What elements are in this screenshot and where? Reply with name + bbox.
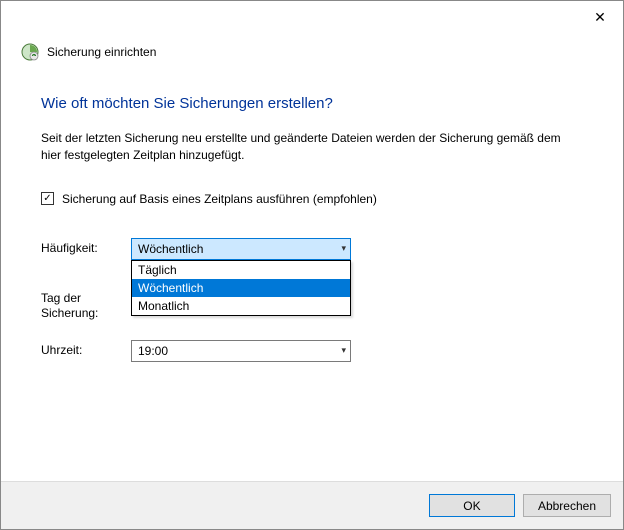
close-button[interactable]: ✕	[577, 1, 623, 33]
frequency-row: Häufigkeit: Wöchentlich ▾ Täglich Wöchen…	[41, 238, 583, 260]
close-icon: ✕	[594, 9, 606, 26]
day-label: Tag der Sicherung:	[41, 288, 131, 322]
page-heading: Wie oft möchten Sie Sicherungen erstelle…	[41, 95, 583, 112]
frequency-combo[interactable]: Wöchentlich ▾	[131, 238, 351, 260]
chevron-down-icon: ▾	[341, 345, 346, 356]
ok-button[interactable]: OK	[429, 494, 515, 517]
check-icon: ✓	[43, 194, 51, 204]
button-bar: OK Abbrechen	[1, 481, 623, 529]
cancel-button[interactable]: Abbrechen	[523, 494, 611, 517]
page-description: Seit der letzten Sicherung neu erstellte…	[41, 130, 583, 164]
frequency-option-daily[interactable]: Täglich	[132, 261, 350, 279]
titlebar: ✕	[1, 1, 623, 33]
time-value: 19:00	[138, 344, 168, 358]
wizard-content: Wie oft möchten Sie Sicherungen erstelle…	[1, 65, 623, 394]
frequency-dropdown: Täglich Wöchentlich Monatlich	[131, 260, 351, 316]
time-row: Uhrzeit: 19:00 ▾	[41, 340, 583, 362]
schedule-checkbox-label: Sicherung auf Basis eines Zeitplans ausf…	[62, 192, 377, 206]
wizard-header: Sicherung einrichten	[1, 33, 623, 65]
time-combo[interactable]: 19:00 ▾	[131, 340, 351, 362]
frequency-option-monthly[interactable]: Monatlich	[132, 297, 350, 315]
chevron-down-icon: ▾	[341, 243, 346, 254]
schedule-checkbox[interactable]: ✓	[41, 192, 54, 205]
schedule-checkbox-row[interactable]: ✓ Sicherung auf Basis eines Zeitplans au…	[41, 192, 583, 206]
window-title: Sicherung einrichten	[47, 45, 156, 59]
ok-button-label: OK	[463, 499, 480, 513]
frequency-option-weekly[interactable]: Wöchentlich	[132, 279, 350, 297]
backup-wizard-icon	[21, 43, 39, 61]
frequency-value: Wöchentlich	[138, 242, 203, 256]
cancel-button-label: Abbrechen	[538, 499, 596, 513]
frequency-label: Häufigkeit:	[41, 238, 131, 257]
time-label: Uhrzeit:	[41, 340, 131, 359]
